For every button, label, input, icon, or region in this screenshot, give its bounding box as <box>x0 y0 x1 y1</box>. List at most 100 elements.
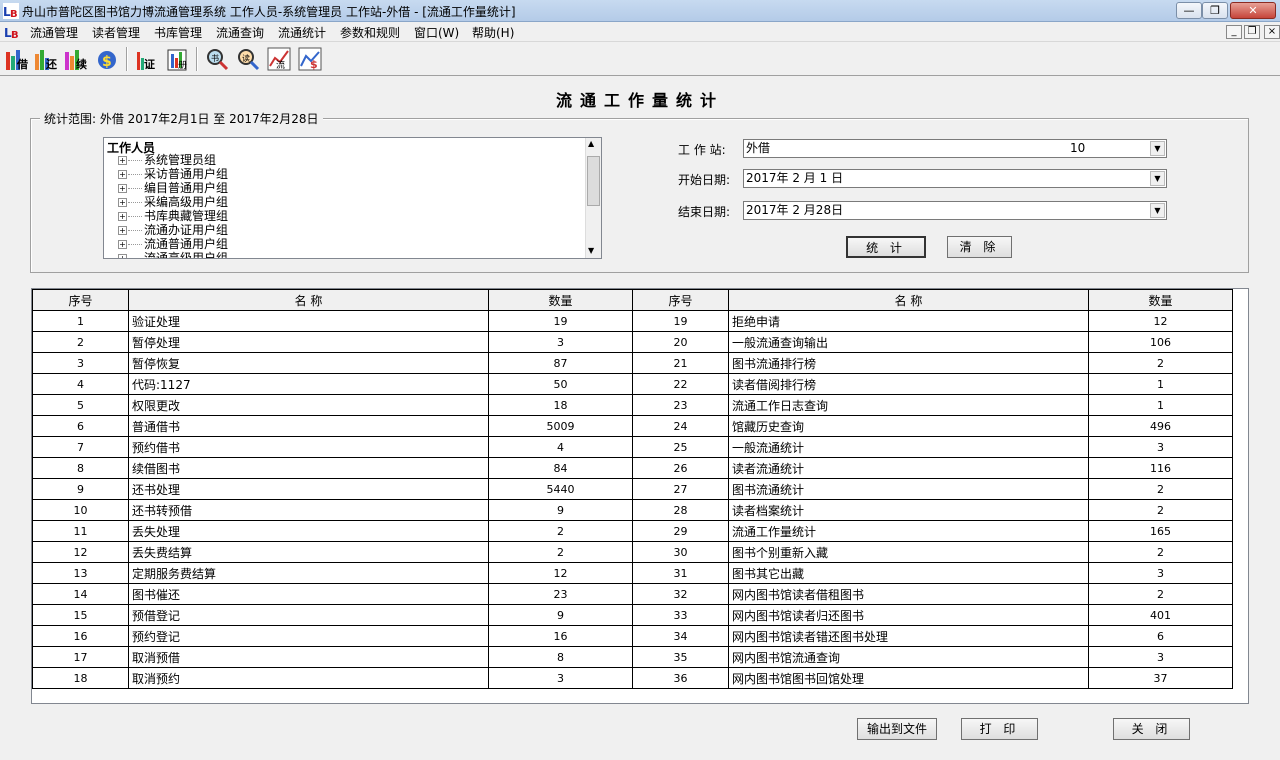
row-name-cell[interactable]: 权限更改 <box>128 394 489 416</box>
row-qty-cell[interactable]: 9 <box>488 499 633 521</box>
row-name-cell[interactable]: 预约登记 <box>128 625 489 647</box>
start-date-picker[interactable]: 2017年 2 月 1 日 ▼ <box>743 169 1167 188</box>
row-seq-cell[interactable]: 28 <box>632 499 729 521</box>
col-header-name[interactable]: 名 称 <box>128 289 489 311</box>
row-qty-cell[interactable]: 401 <box>1088 604 1233 626</box>
row-seq-cell[interactable]: 17 <box>32 646 129 668</box>
end-date-picker[interactable]: 2017年 2 月28日 ▼ <box>743 201 1167 220</box>
report-icon[interactable]: 册 <box>164 46 190 72</box>
row-qty-cell[interactable]: 1 <box>1088 394 1233 416</box>
row-name-cell[interactable]: 网内图书馆图书回馆处理 <box>728 667 1089 689</box>
row-qty-cell[interactable]: 16 <box>488 625 633 647</box>
row-name-cell[interactable]: 丢失处理 <box>128 520 489 542</box>
row-qty-cell[interactable]: 84 <box>488 457 633 479</box>
menu-parameters[interactable]: 参数和规则 <box>340 24 400 41</box>
table-row[interactable]: 10 还书转预借 9 28 读者档案统计 2 <box>32 499 1233 521</box>
row-name-cell[interactable]: 预借登记 <box>128 604 489 626</box>
print-button[interactable]: 打 印 <box>961 718 1038 740</box>
row-name-cell[interactable]: 定期服务费结算 <box>128 562 489 584</box>
table-row[interactable]: 17 取消预借 8 35 网内图书馆流通查询 3 <box>32 646 1233 668</box>
return-icon[interactable]: 还 <box>33 46 59 72</box>
scroll-up-icon[interactable]: ▲ <box>588 139 594 148</box>
row-name-cell[interactable]: 读者档案统计 <box>728 499 1089 521</box>
col-header-seq[interactable]: 序号 <box>632 289 729 311</box>
row-seq-cell[interactable]: 16 <box>32 625 129 647</box>
stat-button[interactable]: 统 计 <box>846 236 926 258</box>
row-name-cell[interactable]: 续借图书 <box>128 457 489 479</box>
row-seq-cell[interactable]: 13 <box>32 562 129 584</box>
row-name-cell[interactable]: 代码:1127 <box>128 373 489 395</box>
row-name-cell[interactable]: 网内图书馆读者错还图书处理 <box>728 625 1089 647</box>
table-row[interactable]: 5 权限更改 18 23 流通工作日志查询 1 <box>32 394 1233 416</box>
circulation-chart-icon[interactable]: 流 <box>266 46 292 72</box>
row-qty-cell[interactable]: 3 <box>1088 562 1233 584</box>
row-name-cell[interactable]: 网内图书馆读者借租图书 <box>728 583 1089 605</box>
row-qty-cell[interactable]: 37 <box>1088 667 1233 689</box>
menu-stacks[interactable]: 书库管理 <box>154 24 202 41</box>
clear-button[interactable]: 清 除 <box>947 236 1012 258</box>
row-seq-cell[interactable]: 15 <box>32 604 129 626</box>
tree-item[interactable]: + 采编高级用户组 <box>118 195 228 209</box>
row-qty-cell[interactable]: 2 <box>488 541 633 563</box>
row-name-cell[interactable]: 图书催还 <box>128 583 489 605</box>
row-name-cell[interactable]: 网内图书馆读者归还图书 <box>728 604 1089 626</box>
row-seq-cell[interactable]: 23 <box>632 394 729 416</box>
row-seq-cell[interactable]: 8 <box>32 457 129 479</box>
row-name-cell[interactable]: 馆藏历史查询 <box>728 415 1089 437</box>
row-name-cell[interactable]: 读者借阅排行榜 <box>728 373 1089 395</box>
row-qty-cell[interactable]: 2 <box>1088 583 1233 605</box>
row-name-cell[interactable]: 流通工作日志查询 <box>728 394 1089 416</box>
table-row[interactable]: 9 还书处理 5440 27 图书流通统计 2 <box>32 478 1233 500</box>
search-reader-icon[interactable]: 读 <box>235 46 261 72</box>
row-seq-cell[interactable]: 5 <box>32 394 129 416</box>
row-qty-cell[interactable]: 12 <box>1088 310 1233 332</box>
tree-item[interactable]: + 编目普通用户组 <box>118 181 228 195</box>
table-row[interactable]: 12 丢失费结算 2 30 图书个别重新入藏 2 <box>32 541 1233 563</box>
col-header-seq[interactable]: 序号 <box>32 289 129 311</box>
row-qty-cell[interactable]: 50 <box>488 373 633 395</box>
staff-tree[interactable]: 工作人员 + 系统管理员组 + 采访普通用户组 + 编目普通用户组 + 采编高级用户组 … <box>103 137 602 259</box>
row-name-cell[interactable]: 拒绝申请 <box>728 310 1089 332</box>
maximize-button[interactable]: ❐ <box>1202 2 1228 19</box>
row-seq-cell[interactable]: 12 <box>32 541 129 563</box>
row-qty-cell[interactable]: 9 <box>488 604 633 626</box>
row-seq-cell[interactable]: 7 <box>32 436 129 458</box>
col-header-qty[interactable]: 数量 <box>1088 289 1233 311</box>
row-seq-cell[interactable]: 35 <box>632 646 729 668</box>
row-seq-cell[interactable]: 9 <box>32 478 129 500</box>
row-qty-cell[interactable]: 3 <box>488 667 633 689</box>
row-qty-cell[interactable]: 4 <box>488 436 633 458</box>
row-name-cell[interactable]: 取消预约 <box>128 667 489 689</box>
expand-icon[interactable]: + <box>118 156 127 165</box>
row-seq-cell[interactable]: 1 <box>32 310 129 332</box>
row-seq-cell[interactable]: 6 <box>32 415 129 437</box>
row-name-cell[interactable]: 图书流通排行榜 <box>728 352 1089 374</box>
table-row[interactable]: 2 暂停处理 3 20 一般流通查询输出 106 <box>32 331 1233 353</box>
row-seq-cell[interactable]: 19 <box>632 310 729 332</box>
row-name-cell[interactable]: 还书处理 <box>128 478 489 500</box>
expand-icon[interactable]: + <box>118 184 127 193</box>
row-name-cell[interactable]: 暂停恢复 <box>128 352 489 374</box>
row-seq-cell[interactable]: 18 <box>32 667 129 689</box>
row-qty-cell[interactable]: 165 <box>1088 520 1233 542</box>
fine-icon[interactable]: $ <box>94 46 120 72</box>
tree-item[interactable]: + 书库典藏管理组 <box>118 209 228 223</box>
row-seq-cell[interactable]: 3 <box>32 352 129 374</box>
menu-query[interactable]: 流通查询 <box>216 24 264 41</box>
row-name-cell[interactable]: 暂停处理 <box>128 331 489 353</box>
expand-icon[interactable]: + <box>118 170 127 179</box>
row-seq-cell[interactable]: 21 <box>632 352 729 374</box>
row-qty-cell[interactable]: 2 <box>1088 499 1233 521</box>
menu-help[interactable]: 帮助(H) <box>472 24 514 41</box>
mdi-restore-button[interactable]: ❐ <box>1244 25 1260 39</box>
minimize-button[interactable]: — <box>1176 2 1202 19</box>
renew-icon[interactable]: 续 <box>63 46 89 72</box>
row-seq-cell[interactable]: 11 <box>32 520 129 542</box>
table-row[interactable]: 16 预约登记 16 34 网内图书馆读者错还图书处理 6 <box>32 625 1233 647</box>
row-name-cell[interactable]: 读者流通统计 <box>728 457 1089 479</box>
row-seq-cell[interactable]: 26 <box>632 457 729 479</box>
row-name-cell[interactable]: 图书流通统计 <box>728 478 1089 500</box>
workstation-select[interactable]: 外借 10 ▼ <box>743 139 1167 158</box>
row-qty-cell[interactable]: 2 <box>488 520 633 542</box>
row-name-cell[interactable]: 取消预借 <box>128 646 489 668</box>
